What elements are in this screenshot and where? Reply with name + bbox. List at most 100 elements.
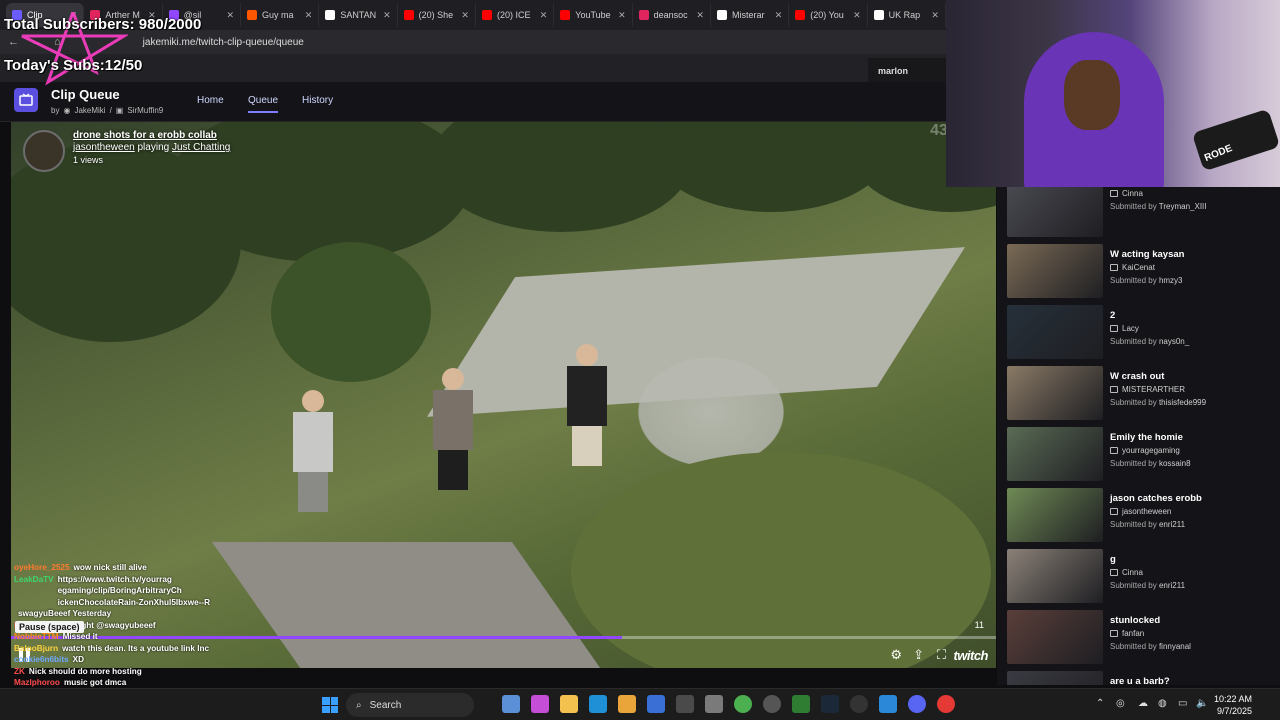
chat-username[interactable]: oyeHore_2525	[14, 562, 70, 574]
app-icon[interactable]	[647, 695, 665, 713]
author-link[interactable]: SirMuffin9	[127, 106, 163, 115]
browser-tab[interactable]: Guy ma ✕	[241, 3, 320, 27]
byline-separator: /	[109, 106, 112, 115]
chat-username[interactable]: Mazlphoroo	[14, 677, 60, 689]
queue-item[interactable]: Emily the homie yourragegaming Submitted b…	[1007, 427, 1277, 483]
queue-submitter: hmzy3	[1158, 276, 1183, 285]
queue-item[interactable]: W acting kaysan KaiCenat Submitted by hmzy…	[1007, 244, 1277, 300]
author-link[interactable]: JakeMiki	[74, 106, 105, 115]
queue-clip-channel: Lacy	[1122, 324, 1139, 333]
clock[interactable]: 10:22 AM 9/7/2025	[1214, 693, 1252, 717]
queue-item[interactable]: jason catches erobb jasontheween Submitted…	[1007, 488, 1277, 544]
queue-item[interactable]: Cinna Submitted by Treyman_XIII	[1007, 187, 1277, 239]
clip-thumbnail[interactable]	[1007, 549, 1103, 603]
close-icon[interactable]: ✕	[461, 10, 469, 21]
playing-label: playing	[137, 142, 170, 153]
profile-pill[interactable]: marlon	[868, 58, 946, 82]
tab-title: (20) You	[810, 10, 844, 20]
clip-thumbnail[interactable]	[1007, 488, 1103, 542]
clip-thumbnail[interactable]	[1007, 427, 1103, 481]
url-field[interactable]: jakemiki.me/twitch-clip-queue/queue	[143, 37, 304, 48]
close-icon[interactable]: ✕	[931, 10, 939, 21]
clip-category[interactable]: Just Chatting	[172, 142, 230, 153]
nav-home[interactable]: Home	[197, 95, 224, 106]
browser-tab[interactable]: UK Rap ✕	[868, 3, 946, 27]
close-icon[interactable]: ✕	[383, 10, 391, 21]
close-icon[interactable]: ✕	[305, 10, 313, 21]
edge-icon[interactable]	[589, 695, 607, 713]
obs-icon[interactable]	[850, 695, 868, 713]
network-icon[interactable]: ▭	[1178, 698, 1187, 709]
nav-history[interactable]: History	[302, 95, 333, 106]
chat-username[interactable]: ZK	[14, 666, 25, 678]
queue-clip-channel: jasontheween	[1122, 507, 1172, 516]
copilot-icon[interactable]	[531, 695, 549, 713]
tray-icon[interactable]: ☁	[1138, 698, 1148, 709]
close-icon[interactable]: ✕	[775, 10, 783, 21]
browser-tab[interactable]: YouTube ✕	[554, 3, 633, 27]
browser-tab[interactable]: (20) She ✕	[398, 3, 476, 27]
taskbar-search[interactable]: ⌕ Search	[346, 693, 474, 717]
browser-tab[interactable]: (20) ICE ✕	[476, 3, 555, 27]
chat-text: https://www.twitch.tv/yourrag egaming/cl…	[57, 574, 210, 607]
queue-item[interactable]: g Cinna Submitted by enri211	[1007, 549, 1277, 605]
file-explorer-icon[interactable]	[502, 695, 520, 713]
clock-time: 10:22 AM	[1213, 694, 1252, 704]
close-icon[interactable]: ✕	[540, 10, 548, 21]
queue-item[interactable]: 2 Lacy Submitted by nays0n_	[1007, 305, 1277, 361]
queue-item[interactable]: W crash out MISTERARTHER Submitted by this…	[1007, 366, 1277, 422]
volume-icon[interactable]: 🔈	[1196, 698, 1208, 709]
clip-channel[interactable]: jasontheween	[73, 142, 135, 153]
channel-icon	[1110, 447, 1118, 454]
tray-chevron-icon[interactable]: ⌃	[1096, 698, 1104, 709]
app-icon[interactable]	[676, 695, 694, 713]
folder-icon[interactable]	[560, 695, 578, 713]
close-icon[interactable]: ✕	[226, 10, 234, 21]
chat-username[interactable]: BalooBjurn	[14, 643, 58, 655]
avatar[interactable]	[23, 130, 65, 172]
queue-clip-title: Emily the homie	[1110, 432, 1183, 443]
queue-item[interactable]: are u a barb?	[1007, 671, 1277, 685]
queue-clip-channel: fanfan	[1122, 629, 1145, 638]
clip-thumbnail[interactable]	[1007, 244, 1103, 298]
browser-tab[interactable]: (20) You ✕	[789, 3, 868, 27]
browser-tab[interactable]: SANTAN ✕	[319, 3, 398, 27]
settings-icon[interactable]: ⚙	[890, 647, 902, 663]
fullscreen-icon[interactable]: ⛶	[937, 647, 946, 663]
chat-message: oyeHore_2525 wow nick still alive	[14, 562, 214, 574]
tray-icon[interactable]: ◍	[1158, 698, 1167, 709]
chat-username[interactable]: cookie6n6bits	[14, 654, 69, 666]
clip-thumbnail[interactable]	[1007, 187, 1103, 237]
clip-thumbnail[interactable]	[1007, 671, 1103, 685]
calculator-icon[interactable]	[705, 695, 723, 713]
steam-icon[interactable]	[821, 695, 839, 713]
close-icon[interactable]: ✕	[696, 10, 704, 21]
clip-thumbnail[interactable]	[1007, 610, 1103, 664]
close-icon[interactable]: ✕	[853, 10, 861, 21]
chat-username[interactable]: LeakDaTV	[14, 574, 54, 609]
queue-clip-title: g	[1110, 554, 1116, 565]
store-icon[interactable]	[618, 695, 636, 713]
tray-icon[interactable]: ◎	[1116, 698, 1125, 709]
submitted-by-label: Submitted by	[1110, 520, 1157, 529]
app-icon[interactable]	[792, 695, 810, 713]
app-icon[interactable]	[763, 695, 781, 713]
share-icon[interactable]: ⇪	[913, 647, 924, 663]
browser-tab[interactable]: deansoc ✕	[633, 3, 711, 27]
byline: by ◉ JakeMiki / ▣ SirMuffin9	[51, 106, 163, 115]
close-icon[interactable]: ✕	[618, 10, 626, 21]
github-icon: ◉	[63, 106, 71, 115]
browser-tab[interactable]: Misterar ✕	[711, 3, 790, 27]
chrome-icon[interactable]	[937, 695, 955, 713]
clip-thumbnail[interactable]	[1007, 305, 1103, 359]
twitch-logo[interactable]: twitch	[953, 648, 988, 663]
nav-queue[interactable]: Queue	[248, 95, 279, 113]
chrome-icon[interactable]	[734, 695, 752, 713]
clip-thumbnail[interactable]	[1007, 366, 1103, 420]
queue-item[interactable]: stunlocked fanfan Submitted by finnyanal	[1007, 610, 1277, 666]
discord-icon[interactable]	[908, 695, 926, 713]
windows-start-icon[interactable]	[322, 697, 338, 713]
clock-date: 9/7/2025	[1216, 706, 1252, 716]
app-icon[interactable]	[879, 695, 897, 713]
clip-title[interactable]: drone shots for a erobb collab	[73, 130, 230, 142]
